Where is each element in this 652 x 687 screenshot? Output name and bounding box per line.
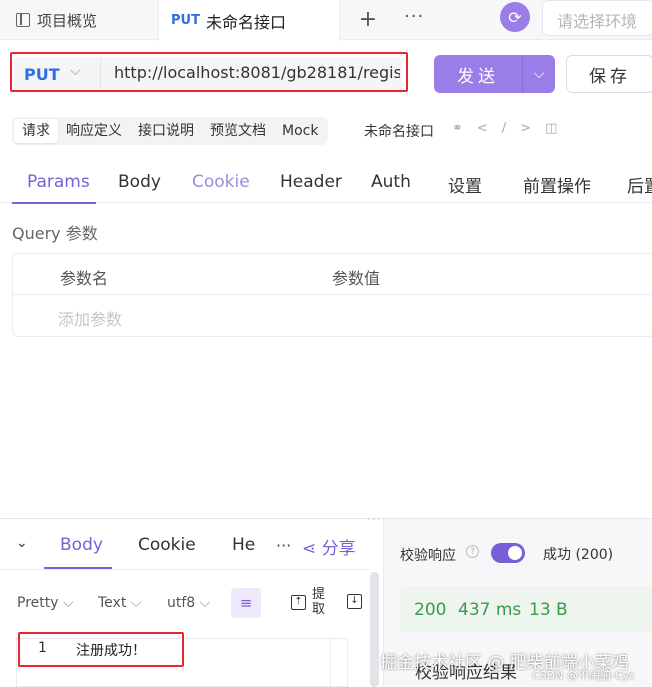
format-text-label: Text xyxy=(98,595,127,611)
response-size: 13 B xyxy=(529,600,568,620)
send-button[interactable]: 发送 xyxy=(434,55,522,93)
word-wrap-icon[interactable]: ≡ xyxy=(231,588,261,618)
overview-icon xyxy=(16,13,30,27)
extract-button[interactable]: 提取 xyxy=(312,587,328,617)
new-tab-button[interactable]: + xyxy=(356,7,380,32)
link-icon[interactable]: ⚭ xyxy=(452,121,477,136)
validate-toggle[interactable] xyxy=(491,543,525,563)
api-name-label: 未命名接口 xyxy=(364,124,434,140)
status-code: 200 xyxy=(414,600,447,620)
share-icon: ⋖ xyxy=(302,539,322,559)
response-tabs-divider xyxy=(0,569,370,570)
format-pretty-select[interactable]: Pretty ⌵ xyxy=(17,595,74,611)
active-tab-underline xyxy=(12,202,96,204)
share-button[interactable]: ⋖ 分享 xyxy=(302,534,356,559)
response-time: 437 ms xyxy=(458,600,522,620)
format-text-select[interactable]: Text ⌵ xyxy=(98,595,141,611)
subtab-request[interactable]: 请求 xyxy=(14,119,58,143)
query-params-label: Query 参数 xyxy=(12,224,98,243)
tab-body[interactable]: Body xyxy=(118,172,161,192)
response-tab-body[interactable]: Body xyxy=(60,535,103,555)
tab-active-request[interactable]: PUT 未命名接口 xyxy=(158,0,340,41)
subtab-mock[interactable]: Mock xyxy=(274,119,326,143)
share-label: 分享 xyxy=(321,539,356,559)
response-more-button[interactable]: ··· xyxy=(276,536,291,555)
url-highlight-box xyxy=(10,52,408,92)
tab-method-badge: PUT xyxy=(171,13,200,28)
subtab-api-doc[interactable]: 接口说明 xyxy=(130,119,202,143)
send-button-group: 发送 ⌵ xyxy=(434,55,555,93)
send-dropdown-icon[interactable]: ⌵ xyxy=(523,55,555,93)
validate-status: 成功 (200) xyxy=(543,547,614,563)
subtab-response-def[interactable]: 响应定义 xyxy=(58,119,130,143)
api-toolbar-icons: ⚭</>◫ xyxy=(452,121,571,136)
panel-icon[interactable]: ◫ xyxy=(545,121,571,136)
response-highlight-box xyxy=(18,632,184,667)
collapse-chevron-icon[interactable]: ⌄ xyxy=(16,535,28,551)
save-button[interactable]: 保存 xyxy=(566,55,652,93)
editor-gutter-line xyxy=(330,638,331,687)
table-divider xyxy=(13,294,652,295)
format-pretty-label: Pretty xyxy=(17,595,59,611)
chevron-down-icon: ⌵ xyxy=(62,595,74,611)
column-header-value: 参数值 xyxy=(332,269,381,288)
encoding-select[interactable]: utf8 ⌵ xyxy=(167,595,210,611)
request-subtabs: 请求 响应定义 接口说明 预览文档 Mock xyxy=(12,117,329,145)
add-param-input[interactable]: 添加参数 xyxy=(58,306,122,330)
tab-cookie[interactable]: Cookie xyxy=(192,172,250,192)
tab-header[interactable]: Header xyxy=(280,172,342,192)
tab-more-button[interactable]: ··· xyxy=(404,6,424,27)
tab-request-title: 未命名接口 xyxy=(205,12,286,32)
watermark-secondary: CSDN @不闹腑-Cyc xyxy=(532,669,636,682)
help-icon[interactable]: ? xyxy=(466,545,479,558)
validate-response-label: 校验响应 xyxy=(400,548,456,564)
extract-icon[interactable]: ⇡ xyxy=(291,595,306,610)
tab-post-processors[interactable]: 后置 xyxy=(627,172,652,197)
scrollbar[interactable] xyxy=(370,572,379,687)
column-header-name: 参数名 xyxy=(60,269,109,288)
tab-pre-processors[interactable]: 前置操作 xyxy=(523,172,591,197)
chevron-down-icon: ⌵ xyxy=(199,595,211,611)
code-icon[interactable]: </> xyxy=(477,121,545,136)
tab-auth[interactable]: Auth xyxy=(371,172,411,192)
encoding-label: utf8 xyxy=(167,595,196,611)
chevron-down-icon: ⌵ xyxy=(130,595,142,611)
tab-project-overview-label: 项目概览 xyxy=(37,11,98,30)
response-tab-header[interactable]: He xyxy=(232,535,255,555)
tab-settings[interactable]: 设置 xyxy=(448,172,482,197)
subtab-preview-doc[interactable]: 预览文档 xyxy=(202,119,274,143)
tab-project-overview[interactable]: 项目概览 xyxy=(0,0,158,40)
environment-select[interactable]: 请选择环境 xyxy=(542,0,652,36)
download-icon[interactable]: ↓ xyxy=(347,594,362,609)
refresh-icon[interactable]: ⟳ xyxy=(500,2,530,32)
response-tab-cookie[interactable]: Cookie xyxy=(138,535,196,555)
tab-params[interactable]: Params xyxy=(27,172,90,192)
